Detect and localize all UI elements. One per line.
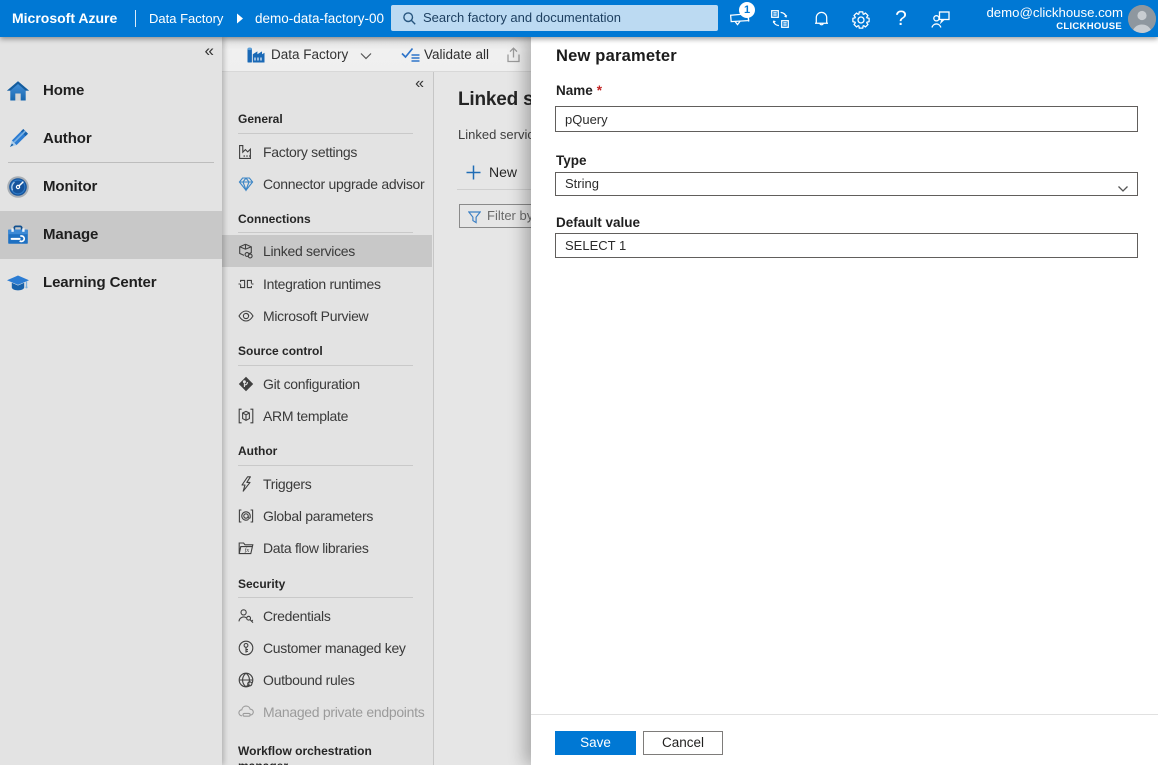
- svg-text:fx: fx: [245, 547, 250, 554]
